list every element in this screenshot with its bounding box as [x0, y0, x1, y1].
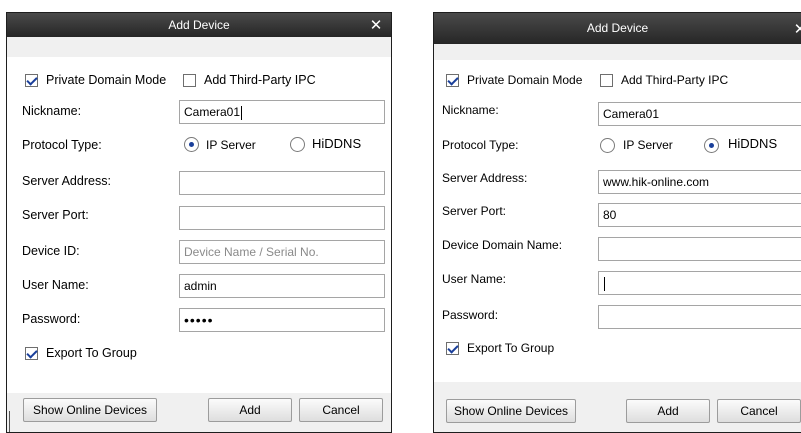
hiddns-radio-label: HiDDNS [728, 136, 778, 151]
private-domain-mode-label: Private Domain Mode [46, 73, 167, 87]
private-domain-mode-checkbox[interactable] [446, 74, 459, 87]
ip-server-radio[interactable] [600, 138, 615, 153]
ip-server-radio-label: IP Server [623, 138, 673, 152]
add-third-party-ipc-checkbox[interactable] [183, 74, 196, 87]
password-input[interactable]: ••••• [179, 308, 385, 332]
hiddns-radio[interactable] [704, 138, 719, 153]
text-cursor [604, 276, 605, 291]
private-domain-mode-label: Private Domain Mode [467, 73, 583, 87]
footer-edge-mark [9, 411, 10, 432]
password-label: Password: [22, 312, 81, 326]
nickname-label: Nickname: [22, 104, 82, 118]
export-to-group-label: Export To Group [46, 346, 137, 360]
server-address-input[interactable] [179, 171, 385, 195]
device-domain-name-input[interactable] [598, 237, 801, 261]
protocol-type-label: Protocol Type: [22, 138, 102, 152]
hiddns-radio-label: HiDDNS [312, 136, 362, 151]
show-online-devices-button[interactable]: Show Online Devices [446, 399, 576, 423]
add-button[interactable]: Add [626, 399, 710, 423]
add-device-dialog-hiddns: Add Device ✕ Private Domain Mode Add Thi… [433, 12, 801, 433]
close-icon[interactable]: ✕ [365, 13, 387, 37]
cancel-button[interactable]: Cancel [717, 399, 801, 423]
device-domain-name-label: Device Domain Name: [442, 238, 563, 252]
dialog-title: Add Device [586, 21, 649, 35]
add-third-party-ipc-label: Add Third-Party IPC [204, 73, 316, 87]
dialog-body: Private Domain Mode Add Third-Party IPC … [434, 60, 801, 382]
user-name-input[interactable] [598, 271, 801, 295]
server-port-label: Server Port: [442, 204, 507, 218]
server-port-input[interactable] [179, 206, 385, 230]
export-to-group-checkbox[interactable] [446, 342, 459, 355]
nickname-input[interactable]: Camera01 [598, 102, 801, 126]
dialog-body: Private Domain Mode Add Third-Party IPC … [7, 57, 391, 393]
cancel-button[interactable]: Cancel [299, 398, 383, 422]
nickname-label: Nickname: [442, 103, 499, 117]
private-domain-mode-checkbox[interactable] [25, 74, 38, 87]
password-label: Password: [442, 308, 499, 322]
nickname-input[interactable]: Camera01 [179, 100, 385, 124]
text-cursor [241, 105, 243, 120]
add-third-party-ipc-checkbox[interactable] [600, 74, 613, 87]
server-address-input[interactable]: www.hik-online.com [598, 170, 801, 194]
add-button[interactable]: Add [208, 398, 292, 422]
device-id-label: Device ID: [22, 244, 80, 258]
server-address-label: Server Address: [22, 174, 111, 188]
password-input[interactable] [598, 305, 801, 329]
server-port-label: Server Port: [22, 208, 89, 222]
add-device-dialog-ip-server: Add Device ✕ Private Domain Mode Add Thi… [6, 12, 392, 433]
show-online-devices-button[interactable]: Show Online Devices [23, 398, 157, 422]
user-name-label: User Name: [22, 278, 89, 292]
ip-server-radio-label: IP Server [206, 138, 256, 152]
export-to-group-label: Export To Group [467, 341, 555, 355]
dialog-titlebar: Add Device [7, 13, 391, 37]
ip-server-radio[interactable] [184, 137, 199, 152]
dialog-title: Add Device [168, 18, 230, 32]
close-icon[interactable]: ✕ [789, 17, 801, 41]
export-to-group-checkbox[interactable] [25, 347, 38, 360]
hiddns-radio[interactable] [290, 137, 305, 152]
device-id-input[interactable]: Device Name / Serial No. [179, 240, 385, 264]
screenshot-canvas: Add Device ✕ Private Domain Mode Add Thi… [0, 0, 801, 433]
user-name-label: User Name: [442, 272, 507, 286]
password-mask: ••••• [184, 312, 214, 328]
server-port-input[interactable]: 80 [598, 203, 801, 227]
nickname-value: Camera01 [184, 105, 241, 119]
protocol-type-label: Protocol Type: [442, 138, 519, 152]
server-address-label: Server Address: [442, 171, 528, 185]
dialog-titlebar: Add Device [434, 13, 801, 44]
user-name-input[interactable]: admin [179, 274, 385, 298]
add-third-party-ipc-label: Add Third-Party IPC [621, 73, 729, 87]
